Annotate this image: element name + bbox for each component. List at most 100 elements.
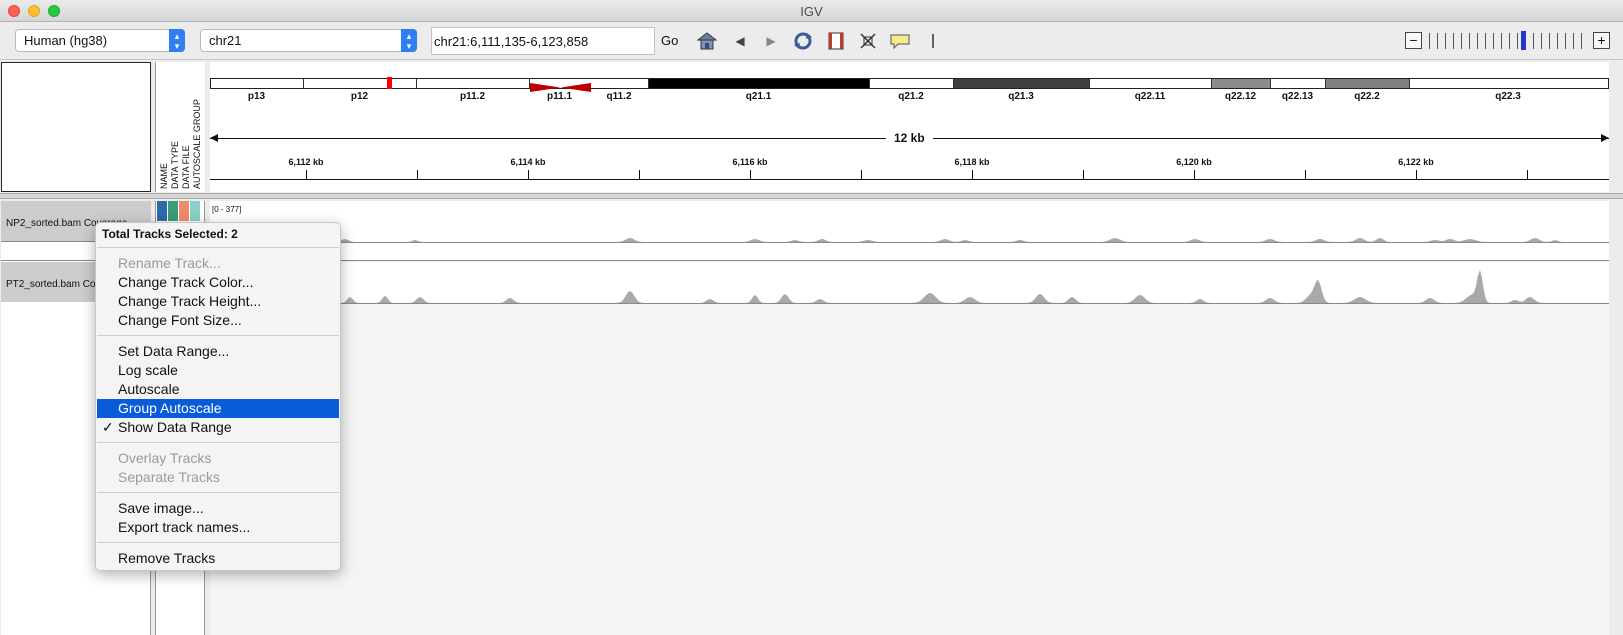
menu-item-show-data-range[interactable]: ✓ Show Data Range — [97, 418, 339, 437]
menu-item-change-track-color[interactable]: Change Track Color... — [97, 273, 339, 292]
back-icon[interactable]: ◀ — [729, 31, 751, 51]
panel-divider[interactable] — [0, 193, 1623, 199]
ideogram-band-label: q21.3 — [1008, 91, 1034, 102]
coverage-area — [210, 238, 1609, 242]
ideogram-band[interactable] — [591, 79, 649, 88]
attr-cell-autoscale-group[interactable] — [190, 201, 200, 221]
ruler-tick — [639, 170, 640, 179]
data-panel[interactable]: [0 - 377] — [210, 201, 1609, 635]
locus-input[interactable]: chr21:6,111,135-6,123,858 — [431, 27, 655, 55]
attr-cell-name[interactable] — [157, 201, 167, 221]
ideogram-band-label: q11.2 — [606, 91, 632, 102]
ruler-tick-label: 6,118 kb — [954, 157, 990, 167]
attr-header-autoscale-group[interactable]: AUTOSCALE GROUP — [191, 79, 203, 189]
menu-item-group-autoscale[interactable]: Group Autoscale — [97, 399, 339, 418]
menu-header: Total Tracks Selected: 2 — [102, 227, 238, 241]
ideogram-band[interactable] — [870, 79, 954, 88]
zoom-slider[interactable] — [1429, 33, 1589, 49]
ideogram-band[interactable] — [211, 79, 304, 88]
ruler-tick — [861, 170, 862, 179]
menu-item-label: Show Data Range — [118, 419, 232, 435]
ruler-tick — [1416, 170, 1417, 179]
menu-separator — [97, 492, 339, 493]
ruler-tick-label: 6,114 kb — [510, 157, 546, 167]
track-context-menu: Total Tracks Selected: 2 Rename Track...… — [95, 222, 341, 571]
checkmark-icon: ✓ — [102, 419, 114, 435]
home-icon[interactable] — [696, 31, 718, 51]
menu-item-separate-tracks[interactable]: Separate Tracks — [97, 468, 339, 487]
current-region-marker — [387, 77, 392, 89]
ruler-tick-label: 6,120 kb — [1176, 157, 1212, 167]
menu-item-remove-tracks[interactable]: Remove Tracks — [97, 549, 339, 568]
ruler-tick — [972, 170, 973, 179]
ideogram-band[interactable] — [649, 79, 870, 88]
menu-item-set-data-range[interactable]: Set Data Range... — [97, 342, 339, 361]
zoom-in-button[interactable]: + — [1593, 32, 1610, 49]
title-bar: IGV — [0, 0, 1623, 22]
zoom-out-button[interactable]: − — [1405, 32, 1422, 49]
menu-item-autoscale[interactable]: Autoscale — [97, 380, 339, 399]
attr-cell-data-type[interactable] — [168, 201, 178, 221]
coverage-track-np2[interactable]: [0 - 377] — [210, 201, 1609, 243]
ruler-tick — [1083, 170, 1084, 179]
fit-icon[interactable] — [857, 31, 879, 51]
forward-icon[interactable]: ▶ — [760, 31, 782, 51]
ideogram-band[interactable] — [530, 79, 591, 92]
ruler-tick — [1194, 170, 1195, 179]
ideogram-band[interactable] — [1326, 79, 1410, 88]
ideogram-band[interactable] — [304, 79, 417, 88]
coverage-plot-pt2 — [210, 270, 1609, 303]
genome-select-arrow-icon: ▴ ▾ — [169, 29, 185, 52]
menu-item-log-scale[interactable]: Log scale — [97, 361, 339, 380]
chromosome-select-arrow-icon: ▴ ▾ — [401, 29, 417, 52]
ruler-tick-label: 6,116 kb — [732, 157, 768, 167]
popup-info-icon[interactable] — [889, 31, 911, 51]
menu-separator — [97, 247, 339, 248]
menu-item-export-track-names[interactable]: Export track names... — [97, 518, 339, 537]
ruler-tick — [1305, 170, 1306, 179]
menu-item-change-font-size[interactable]: Change Font Size... — [97, 311, 339, 330]
coverage-area — [210, 270, 1609, 303]
ideogram-band[interactable] — [1410, 79, 1608, 88]
ideogram-band-label: p13 — [247, 91, 266, 102]
region-icon[interactable] — [825, 31, 847, 51]
ideogram-band[interactable] — [1212, 79, 1271, 88]
header-name-panel — [1, 62, 151, 192]
menu-separator — [97, 335, 339, 336]
chromosome-ideogram[interactable] — [210, 77, 1609, 92]
ideogram-band-label: q21.1 — [745, 91, 772, 102]
ruler-tick-label: 6,112 kb — [288, 157, 324, 167]
ruler-line-icon[interactable] — [922, 31, 944, 51]
ideogram-band[interactable] — [1271, 79, 1326, 88]
refresh-icon[interactable] — [792, 31, 814, 51]
go-button[interactable]: Go — [661, 33, 678, 48]
menu-item-overlay-tracks[interactable]: Overlay Tracks — [97, 449, 339, 468]
genome-select[interactable]: Human (hg38) ▴ ▾ — [15, 29, 185, 52]
chromosome-select-value: chr21 — [209, 33, 242, 48]
attribute-header-panel: NAME DATA TYPE DATA FILE AUTOSCALE GROUP — [155, 62, 205, 192]
ideogram-band-label: q22.11 — [1134, 91, 1166, 102]
zoom-slider-thumb[interactable] — [1521, 31, 1526, 50]
ideogram-band[interactable] — [954, 79, 1090, 88]
zoom-control: − + — [1405, 31, 1610, 50]
attr-cell-data-file[interactable] — [179, 201, 189, 221]
ideogram-band-label: q22.12 — [1224, 91, 1257, 102]
ruler-tick-label: 6,122 kb — [1398, 157, 1434, 167]
toolbar: Human (hg38) ▴ ▾ chr21 ▴ ▾ chr21:6,111,135… — [0, 22, 1623, 60]
menu-item-rename-track[interactable]: Rename Track... — [97, 254, 339, 273]
ruler-tick — [306, 170, 307, 179]
menu-separator — [97, 442, 339, 443]
ruler-panel[interactable]: p13 p12 p11.2 p11.1 q11.2 q21.1 q21.2 q21.3 q22.… — [210, 62, 1609, 192]
igv-window: IGV Human (hg38) ▴ ▾ chr21 ▴ ▾ chr21:6,111… — [0, 0, 1623, 635]
ideogram-band[interactable] — [1090, 79, 1212, 88]
menu-item-change-track-height[interactable]: Change Track Height... — [97, 292, 339, 311]
track-gap — [210, 243, 1609, 261]
menu-item-save-image[interactable]: Save image... — [97, 499, 339, 518]
chromosome-select[interactable]: chr21 ▴ ▾ — [200, 29, 417, 52]
coverage-track-pt2[interactable] — [210, 262, 1609, 304]
menu-separator — [97, 542, 339, 543]
span-right-arrow-icon — [1601, 134, 1609, 142]
ideogram-band-label: q22.3 — [1495, 91, 1521, 102]
ideogram-band[interactable] — [417, 79, 530, 88]
window-title: IGV — [800, 4, 823, 19]
